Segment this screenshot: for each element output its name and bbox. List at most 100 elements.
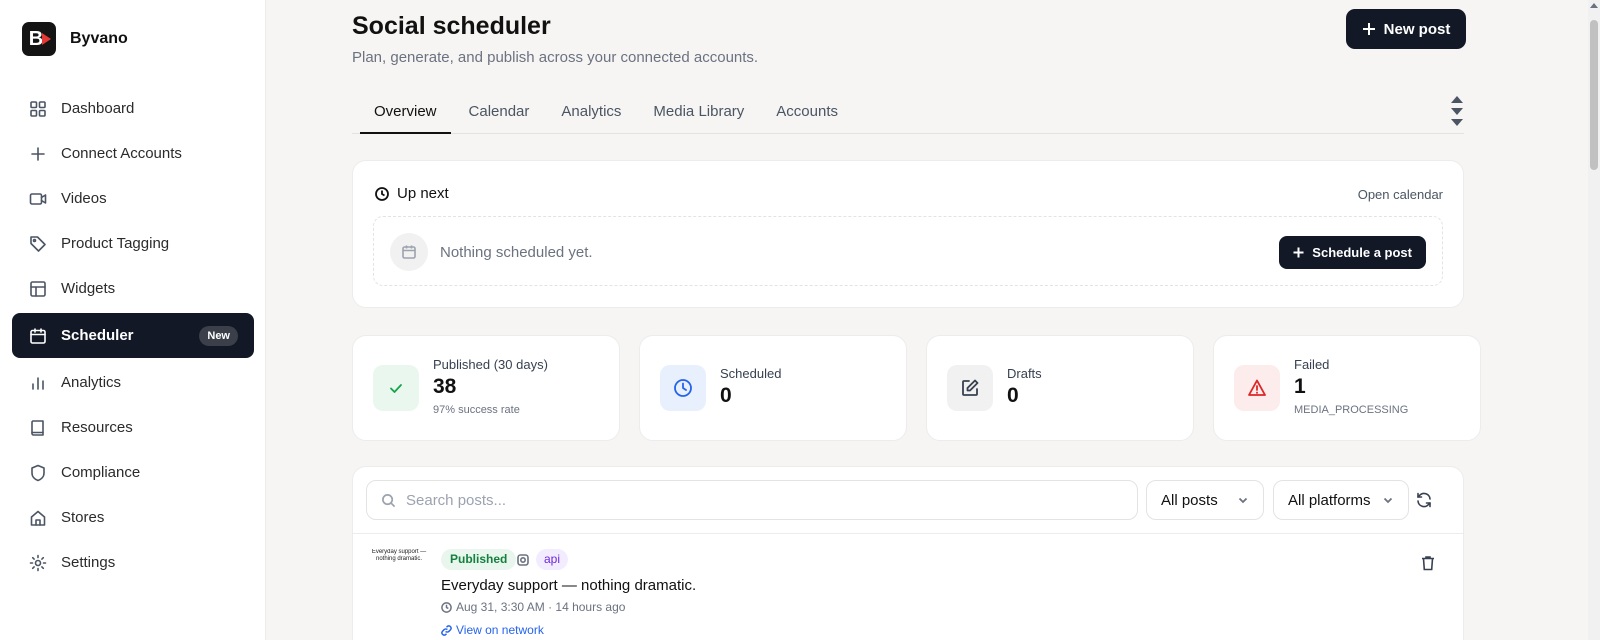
status-filter-select[interactable]: All posts — [1146, 480, 1264, 520]
tab-accounts[interactable]: Accounts — [762, 94, 852, 134]
sidebar-item-label: Widgets — [61, 280, 116, 297]
tab-calendar[interactable]: Calendar — [455, 94, 544, 134]
sidebar-item-label: Dashboard — [61, 100, 135, 117]
tab-analytics[interactable]: Analytics — [547, 94, 635, 134]
book-icon — [31, 419, 44, 436]
tag-icon — [30, 235, 46, 252]
brand[interactable]: B Byvano — [22, 22, 128, 56]
empty-state: Nothing scheduled yet. Schedule a post — [373, 216, 1443, 286]
sidebar-item-stores[interactable]: Stores — [12, 495, 254, 540]
search-input[interactable] — [406, 491, 1106, 509]
stat-card-failed[interactable]: Failed 1 MEDIA_PROCESSING — [1213, 335, 1481, 441]
up-next-title: Up next — [375, 185, 449, 202]
clock-icon — [441, 601, 452, 613]
tab-overview[interactable]: Overview — [360, 94, 451, 134]
stat-card-drafts[interactable]: Drafts 0 — [926, 335, 1194, 441]
tab-media-library[interactable]: Media Library — [639, 94, 758, 134]
view-on-network-link[interactable]: View on network — [441, 623, 544, 637]
sidebar-item-label: Stores — [61, 509, 105, 526]
status-badge: Published — [441, 549, 517, 570]
sidebar-item-resources[interactable]: Resources — [12, 405, 254, 450]
bar-chart-icon — [32, 376, 44, 390]
scroll-up-icon[interactable] — [1451, 96, 1463, 103]
grid-icon — [30, 100, 46, 117]
schedule-post-label: Schedule a post — [1312, 245, 1412, 260]
search-box[interactable] — [366, 480, 1138, 520]
sidebar-item-dashboard[interactable]: Dashboard — [12, 86, 254, 131]
plus-icon — [1362, 23, 1375, 35]
thumbnail-text: Everyday support — nothing dramatic. — [371, 549, 427, 562]
sidebar-item-connect-accounts[interactable]: Connect Accounts — [12, 131, 254, 176]
play-icon — [42, 33, 51, 45]
sidebar-item-label: Videos — [61, 190, 107, 207]
sidebar-item-label: Scheduler — [61, 327, 134, 344]
source-badge: api — [536, 549, 569, 570]
edit-icon — [962, 379, 979, 396]
video-icon — [29, 192, 47, 205]
sidebar-item-label: Analytics — [61, 374, 122, 391]
brand-name: Byvano — [70, 30, 128, 47]
post-time-text: Aug 31, 3:30 AM · 14 hours ago — [456, 600, 626, 614]
link-icon — [441, 624, 452, 636]
sidebar-item-scheduler[interactable]: Scheduler New — [12, 313, 254, 358]
gear-icon — [29, 554, 47, 571]
check-icon — [390, 384, 402, 393]
stat-icon-bg — [947, 365, 993, 411]
refresh-icon — [1417, 492, 1431, 508]
tab-list: Overview Calendar Analytics Media Librar… — [360, 94, 852, 134]
clock-icon — [674, 379, 692, 397]
clock-icon — [375, 186, 389, 201]
sidebar-item-compliance[interactable]: Compliance — [12, 450, 254, 495]
delete-post-button[interactable] — [1421, 555, 1437, 571]
stat-value: 1 — [1294, 375, 1306, 398]
sidebar-item-product-tagging[interactable]: Product Tagging — [12, 221, 254, 266]
chevron-down-icon — [1238, 497, 1248, 504]
sidebar-item-label: Compliance — [61, 464, 141, 481]
post-caption: Everyday support — nothing dramatic. — [441, 577, 697, 594]
new-post-button[interactable]: New post — [1346, 9, 1466, 49]
post-thumbnail[interactable]: Everyday support — nothing dramatic. — [371, 549, 427, 593]
sidebar-item-widgets[interactable]: Widgets — [12, 266, 254, 311]
platform-filter-value: All platforms — [1288, 491, 1371, 509]
sidebar-item-settings[interactable]: Settings — [12, 540, 254, 585]
stat-card-scheduled[interactable]: Scheduled 0 — [639, 335, 907, 441]
sidebar-item-analytics[interactable]: Analytics — [12, 360, 254, 405]
instagram-icon — [517, 553, 529, 566]
sidebar-item-videos[interactable]: Videos — [12, 176, 254, 221]
shield-icon — [31, 464, 45, 481]
sidebar-item-label: Product Tagging — [61, 235, 170, 252]
stat-label: Failed — [1294, 357, 1330, 372]
stat-icon-bg — [1234, 365, 1280, 411]
trash-icon — [1422, 556, 1434, 571]
scroll-down-icon[interactable] — [1451, 119, 1463, 126]
calendar-icon — [402, 245, 416, 259]
page-scrollbar[interactable] — [1588, 0, 1600, 640]
scroll-down-icon[interactable] — [1451, 108, 1463, 115]
refresh-button[interactable] — [1415, 491, 1433, 509]
stat-label: Drafts — [1007, 366, 1042, 381]
store-icon — [30, 510, 46, 526]
scroll-up-arrow-icon[interactable] — [1590, 3, 1598, 8]
post-time: Aug 31, 3:30 AM · 14 hours ago — [441, 600, 625, 614]
up-next-label: Up next — [397, 185, 449, 202]
stat-value: 0 — [1007, 384, 1019, 407]
tab-scroll-control[interactable] — [1450, 96, 1464, 130]
stat-value: 0 — [720, 384, 732, 407]
new-post-label: New post — [1383, 20, 1451, 38]
plus-icon — [1293, 247, 1304, 258]
sidebar-item-label: Settings — [61, 554, 116, 571]
platform-filter-select[interactable]: All platforms — [1273, 480, 1409, 520]
view-on-network-label: View on network — [456, 623, 544, 637]
sidebar-nav: Dashboard Connect Accounts Videos Produc… — [12, 86, 254, 585]
scrollbar-thumb[interactable] — [1590, 20, 1598, 170]
stat-sub: MEDIA_PROCESSING — [1294, 404, 1409, 416]
schedule-post-button[interactable]: Schedule a post — [1279, 236, 1426, 269]
stat-value: 38 — [433, 375, 457, 398]
empty-calendar-icon — [390, 233, 428, 271]
divider — [353, 533, 1463, 534]
stat-sub: 97% success rate — [433, 404, 520, 416]
stat-icon-bg — [373, 365, 419, 411]
stat-card-published[interactable]: Published (30 days) 38 97% success rate — [352, 335, 620, 441]
open-calendar-link[interactable]: Open calendar — [1358, 187, 1443, 202]
sidebar: B Byvano Dashboard Connect Accounts Vide… — [0, 0, 266, 640]
